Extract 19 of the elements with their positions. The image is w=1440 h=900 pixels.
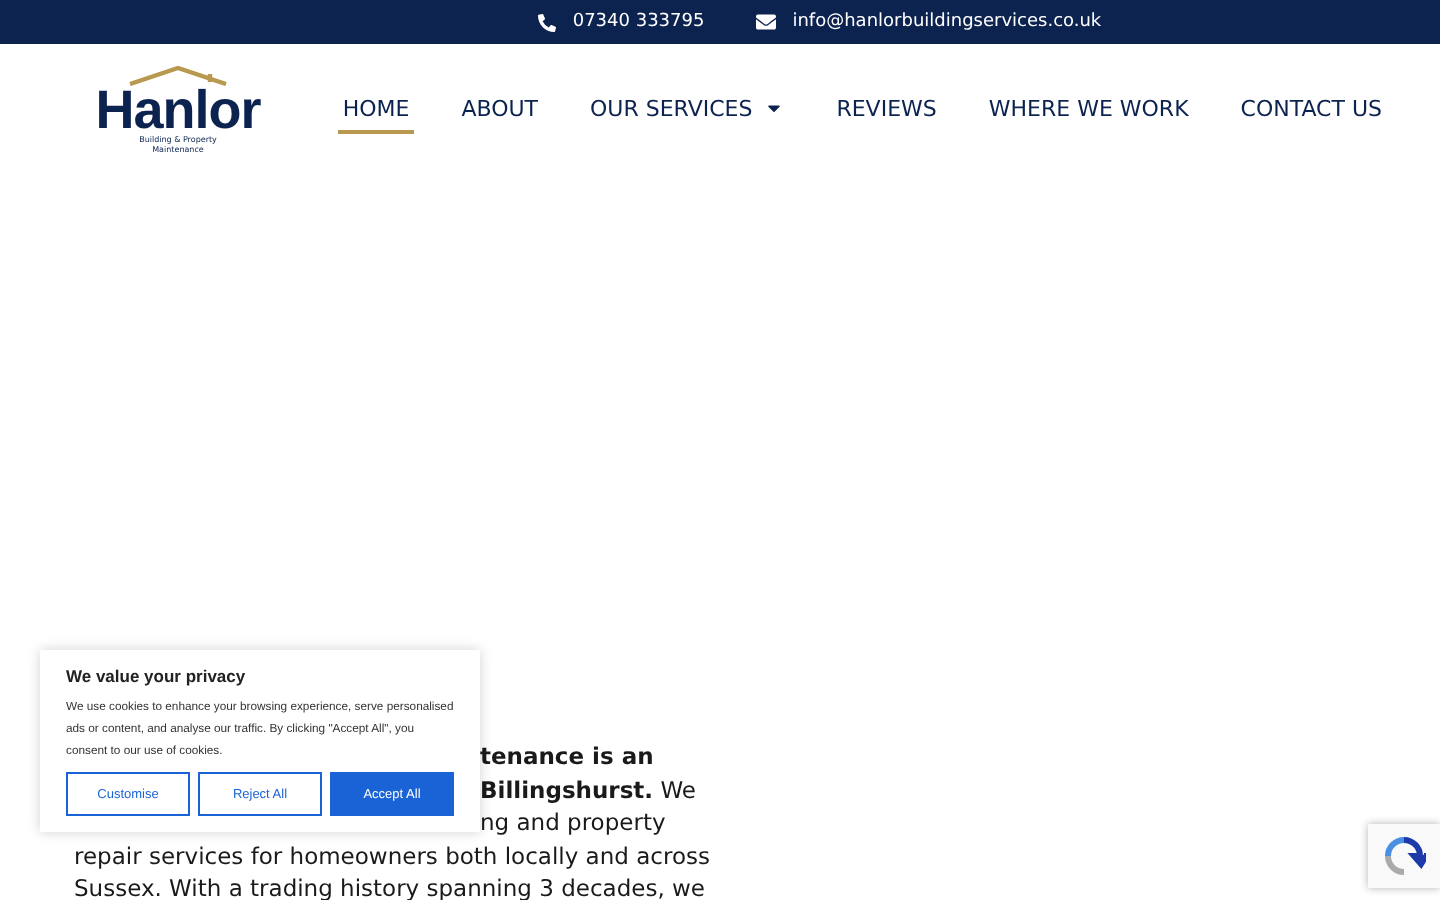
phone-number[interactable]: 07340 333795 (572, 12, 705, 32)
nav-link[interactable]: OUR SERVICES (586, 87, 789, 133)
envelope-icon (756, 12, 777, 32)
banner-title: We value your privacy (66, 666, 248, 686)
nav-link[interactable]: HOME (338, 87, 414, 133)
logo-name[interactable]: Hanlor (95, 86, 261, 134)
recaptcha-icon (1382, 834, 1426, 878)
roof-icon (126, 66, 230, 86)
recaptcha-badge[interactable] (1368, 824, 1440, 888)
intro-text: tenance is an (480, 740, 654, 773)
phone-icon (538, 13, 557, 31)
nav-link[interactable]: CONTACT US (1236, 87, 1386, 133)
nav-link[interactable]: REVIEWS (832, 87, 941, 133)
nav-link[interactable]: ABOUT (457, 87, 542, 133)
intro-text: Billingshurst. We (480, 773, 696, 806)
intro-text: repair services for homeowners both locally and across (74, 839, 710, 872)
nav-link[interactable]: WHERE WE WORK (984, 87, 1193, 133)
intro-text: ng and property (480, 806, 666, 839)
email-address[interactable]: info@hanlorbuildingservices.co.uk (792, 12, 1102, 32)
